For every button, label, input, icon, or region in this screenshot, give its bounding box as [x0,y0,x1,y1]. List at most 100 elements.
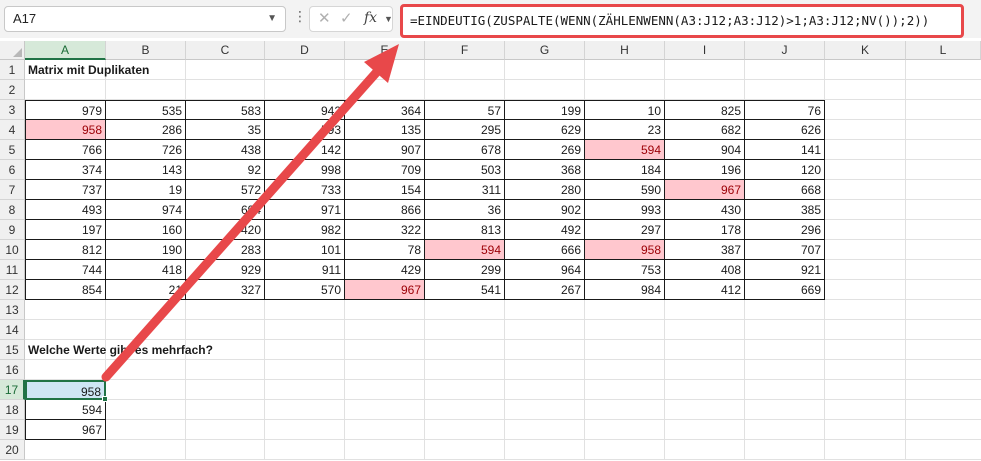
matrix-cell[interactable]: 594 [585,140,665,160]
matrix-cell[interactable]: 412 [665,280,745,300]
matrix-cell[interactable]: 327 [186,280,265,300]
matrix-cell[interactable]: 866 [345,200,425,220]
matrix-cell[interactable]: 269 [505,140,585,160]
column-header-f[interactable]: F [425,41,505,60]
matrix-cell[interactable]: 998 [265,160,345,180]
matrix-cell[interactable]: 160 [106,220,186,240]
matrix-cell[interactable]: 921 [745,260,825,280]
row-header-4[interactable]: 4 [0,120,25,140]
row-header-9[interactable]: 9 [0,220,25,240]
name-box[interactable]: A17 ▼ [4,6,286,32]
matrix-cell[interactable]: 299 [425,260,505,280]
matrix-cell[interactable]: 141 [745,140,825,160]
matrix-cell[interactable]: 709 [345,160,425,180]
matrix-cell[interactable]: 958 [25,120,106,140]
matrix-cell[interactable]: 76 [745,100,825,120]
fx-icon[interactable]: fx [364,10,377,26]
matrix-cell[interactable]: 668 [745,180,825,200]
row-header-5[interactable]: 5 [0,140,25,160]
matrix-cell[interactable]: 929 [186,260,265,280]
matrix-cell[interactable]: 142 [265,140,345,160]
column-header-e[interactable]: E [345,41,425,60]
matrix-cell[interactable]: 993 [585,200,665,220]
row-header-20[interactable]: 20 [0,440,25,460]
matrix-cell[interactable]: 626 [745,120,825,140]
matrix-cell[interactable]: 813 [425,220,505,240]
matrix-cell[interactable]: 368 [505,160,585,180]
matrix-cell[interactable]: 942 [265,100,345,120]
cancel-icon[interactable]: ✕ [318,9,331,27]
row-header-18[interactable]: 18 [0,400,25,420]
matrix-cell[interactable]: 143 [106,160,186,180]
matrix-cell[interactable]: 733 [265,180,345,200]
row-header-19[interactable]: 19 [0,420,25,440]
row-header-2[interactable]: 2 [0,80,25,100]
matrix-cell[interactable]: 629 [505,120,585,140]
result-cell[interactable]: 594 [25,400,106,420]
matrix-cell[interactable]: 967 [665,180,745,200]
matrix-cell[interactable]: 101 [265,240,345,260]
column-header-b[interactable]: B [106,41,186,60]
row-header-7[interactable]: 7 [0,180,25,200]
matrix-cell[interactable]: 964 [505,260,585,280]
row-header-10[interactable]: 10 [0,240,25,260]
matrix-cell[interactable]: 199 [505,100,585,120]
matrix-cell[interactable]: 19 [106,180,186,200]
matrix-cell[interactable]: 971 [265,200,345,220]
matrix-cell[interactable]: 753 [585,260,665,280]
matrix-cell[interactable]: 429 [345,260,425,280]
select-all-button[interactable] [0,41,25,60]
matrix-cell[interactable]: 492 [505,220,585,240]
matrix-cell[interactable]: 590 [585,180,665,200]
matrix-cell[interactable]: 682 [665,120,745,140]
column-header-j[interactable]: J [745,41,825,60]
row-header-16[interactable]: 16 [0,360,25,380]
matrix-cell[interactable]: 967 [345,280,425,300]
matrix-cell[interactable]: 911 [265,260,345,280]
matrix-cell[interactable]: 10 [585,100,665,120]
active-cell[interactable]: 958 [25,380,106,400]
result-cell[interactable]: 967 [25,420,106,440]
matrix-cell[interactable]: 541 [425,280,505,300]
matrix-cell[interactable]: 958 [585,240,665,260]
matrix-cell[interactable]: 593 [265,120,345,140]
column-header-i[interactable]: I [665,41,745,60]
column-header-d[interactable]: D [265,41,345,60]
matrix-cell[interactable]: 296 [745,220,825,240]
row-header-6[interactable]: 6 [0,160,25,180]
matrix-cell[interactable]: 438 [186,140,265,160]
row-header-3[interactable]: 3 [0,100,25,120]
matrix-cell[interactable]: 385 [745,200,825,220]
matrix-cell[interactable]: 280 [505,180,585,200]
check-icon[interactable]: ✓ [340,9,353,27]
row-header-12[interactable]: 12 [0,280,25,300]
matrix-cell[interactable]: 678 [425,140,505,160]
row-header-8[interactable]: 8 [0,200,25,220]
matrix-cell[interactable]: 92 [186,160,265,180]
matrix-cell[interactable]: 286 [106,120,186,140]
matrix-cell[interactable]: 197 [25,220,106,240]
matrix-cell[interactable]: 297 [585,220,665,240]
matrix-cell[interactable]: 493 [25,200,106,220]
matrix-cell[interactable]: 154 [345,180,425,200]
matrix-cell[interactable]: 120 [745,160,825,180]
matrix-cell[interactable]: 430 [665,200,745,220]
row-header-17[interactable]: 17 [0,380,25,400]
matrix-cell[interactable]: 707 [745,240,825,260]
row-header-13[interactable]: 13 [0,300,25,320]
matrix-cell[interactable]: 178 [665,220,745,240]
matrix-cell[interactable]: 322 [345,220,425,240]
row-header-11[interactable]: 11 [0,260,25,280]
matrix-cell[interactable]: 974 [106,200,186,220]
row-header-15[interactable]: 15 [0,340,25,360]
row-header-14[interactable]: 14 [0,320,25,340]
matrix-cell[interactable]: 535 [106,100,186,120]
matrix-cell[interactable]: 812 [25,240,106,260]
matrix-cell[interactable]: 408 [665,260,745,280]
row-header-1[interactable]: 1 [0,60,25,80]
matrix-cell[interactable]: 694 [186,200,265,220]
matrix-cell[interactable]: 283 [186,240,265,260]
matrix-cell[interactable]: 364 [345,100,425,120]
matrix-cell[interactable]: 594 [425,240,505,260]
matrix-cell[interactable]: 196 [665,160,745,180]
